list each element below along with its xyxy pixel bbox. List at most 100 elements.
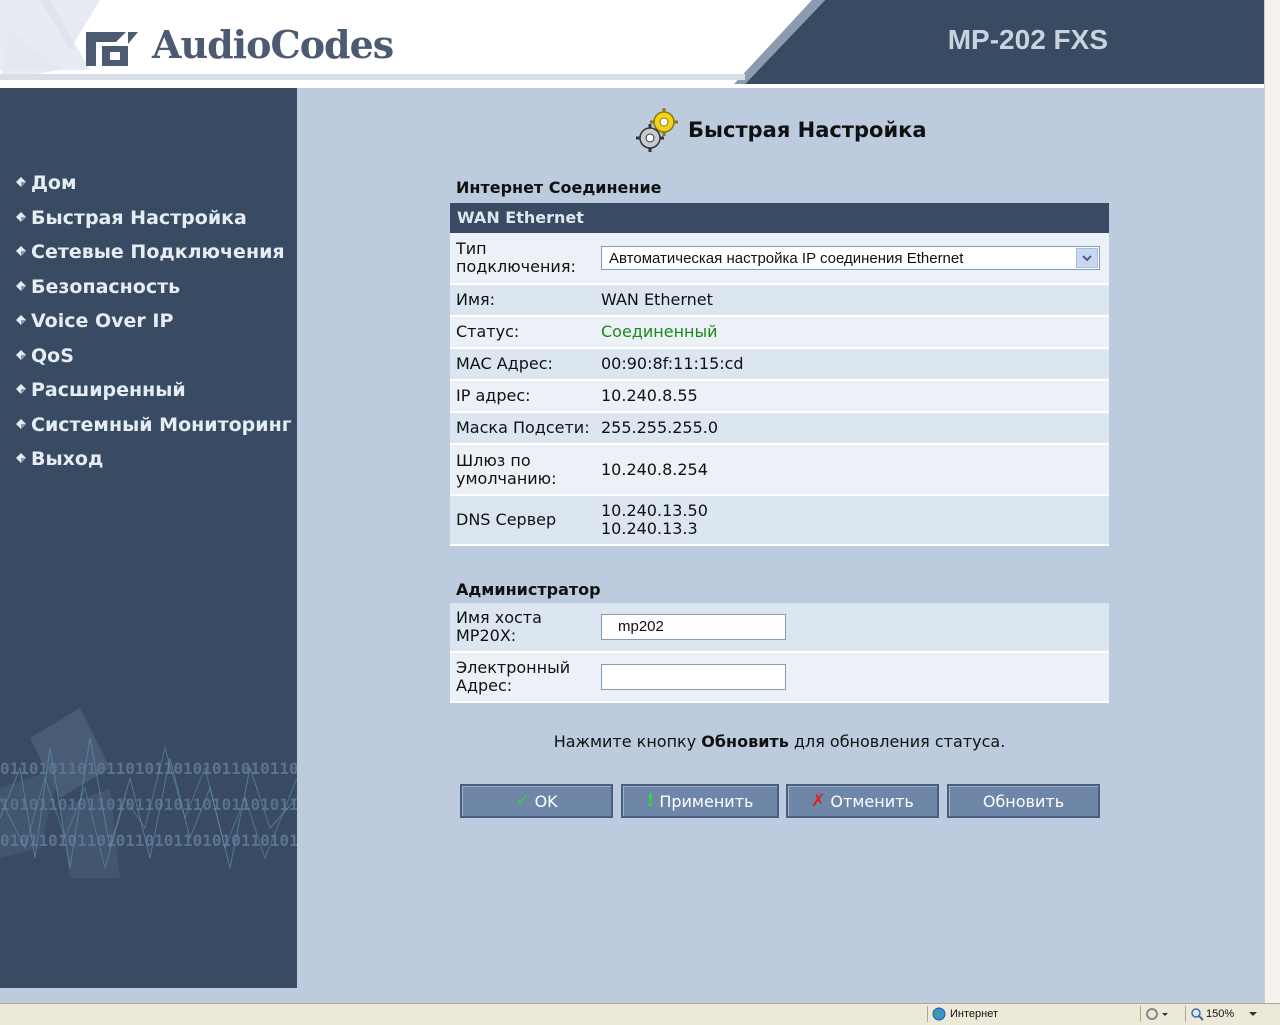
binary-text-line: 0101101011010110101101010110101101 (0, 831, 297, 850)
sidebar-nav: Дом Быстрая Настройка Сетевые Подключени… (14, 166, 292, 477)
sidebar-item-system-monitoring[interactable]: Системный Мониторинг (14, 408, 292, 443)
sidebar-item-label: Дом (31, 172, 77, 195)
sidebar-item-label: Безопасность (31, 275, 181, 298)
zoom-control[interactable]: 150% (1185, 1006, 1264, 1022)
mac-value: 00:90:8f:11:15:cd (601, 354, 744, 373)
refresh-button[interactable]: Обновить (947, 784, 1100, 818)
zone-indicator: Интернет (927, 1006, 1134, 1022)
hostname-cell: mp202 (601, 614, 1109, 640)
sidebar-item-quick-setup[interactable]: Быстрая Настройка (14, 201, 292, 236)
connection-type-value: Автоматическая настройка IP соединения E… (609, 250, 964, 267)
sidebar-item-advanced[interactable]: Расширенный (14, 373, 292, 408)
cancel-button[interactable]: ✗ Отменить (786, 784, 939, 818)
sidebar-item-qos[interactable]: QoS (14, 339, 292, 374)
dns-value-secondary: 10.240.13.3 (601, 519, 698, 538)
sidebar-item-home[interactable]: Дом (14, 166, 292, 201)
diamond-bullet-icon (16, 418, 26, 429)
email-label: Электронный Адрес: (456, 658, 571, 695)
exclamation-icon: ! (646, 791, 655, 811)
diamond-bullet-icon (16, 315, 26, 326)
refresh-hint: Нажмите кнопку Обновить для обновления с… (450, 732, 1109, 751)
logo-text: AudioCodes (152, 21, 394, 67)
browser-status-bar: Интернет 150% (0, 1003, 1280, 1025)
admin-panel: Имя хоста MP20X: mp202 Электронный Адрес… (450, 603, 1109, 703)
connection-type-label: Тип подключения: (456, 239, 576, 276)
mask-label: Маска Подсети: (456, 418, 590, 437)
sidebar-item-label: Быстрая Настройка (31, 206, 247, 229)
apply-label: Применить (659, 791, 754, 811)
row-ip: IP адрес: 10.240.8.55 (450, 381, 1109, 413)
panel-header: WAN Ethernet (450, 203, 1109, 233)
dropdown-button[interactable] (1076, 248, 1098, 268)
zoom-label: 150% (1206, 1008, 1235, 1020)
gateway-label: Шлюз по умолчанию: (456, 450, 557, 488)
sidebar-item-label: Выход (31, 448, 104, 471)
page-title: Быстрая Настройка (634, 106, 927, 154)
apply-button[interactable]: ! Применить (621, 784, 779, 818)
row-email: Электронный Адрес: (450, 653, 1109, 703)
connection-type-cell: Автоматическая настройка IP соединения E… (601, 246, 1109, 270)
diamond-bullet-icon (16, 211, 26, 222)
row-mask: Маска Подсети: 255.255.255.0 (450, 413, 1109, 445)
sidebar-item-label: QoS (31, 344, 74, 367)
sidebar: Дом Быстрая Настройка Сетевые Подключени… (0, 88, 297, 988)
sidebar-item-voip[interactable]: Voice Over IP (14, 304, 292, 339)
gears-icon (636, 108, 678, 152)
decorative-binary-art: 0110101101011010110101011010110101 10101… (0, 708, 297, 878)
ip-value: 10.240.8.55 (601, 386, 698, 405)
name-value: WAN Ethernet (601, 290, 713, 309)
lock-settings-icon (1146, 1008, 1168, 1020)
audiocodes-logo-icon (86, 32, 138, 66)
gateway-value: 10.240.8.254 (601, 459, 708, 479)
security-indicator[interactable] (1140, 1006, 1181, 1022)
row-connection-type: Тип подключения: Автоматическая настройк… (450, 233, 1109, 285)
email-cell (601, 664, 1109, 690)
admin-section-title: Администратор (456, 580, 601, 599)
row-dns: DNS Сервер 10.240.13.50 10.240.13.3 (450, 496, 1109, 546)
sidebar-item-logout[interactable]: Выход (14, 442, 292, 477)
hint-bold: Обновить (701, 732, 789, 751)
diamond-bullet-icon (16, 280, 26, 291)
globe-icon (932, 1007, 946, 1021)
name-label: Имя: (456, 290, 496, 309)
hint-prefix: Нажмите кнопку (553, 732, 702, 751)
ip-label: IP адрес: (456, 386, 531, 405)
sidebar-item-label: Voice Over IP (31, 310, 174, 333)
page-header: AudioCodes MP-202 FXS (0, 0, 1264, 84)
status-label: Статус: (456, 322, 520, 341)
vertical-scrollbar[interactable] (1264, 0, 1280, 1003)
diamond-bullet-icon (16, 177, 26, 188)
diamond-bullet-icon (16, 246, 26, 257)
row-gateway: Шлюз по умолчанию: 10.240.8.254 (450, 445, 1109, 496)
cross-icon: ✗ (811, 791, 826, 811)
sidebar-item-label: Сетевые Подключения (31, 241, 285, 264)
refresh-label: Обновить (982, 791, 1065, 811)
cancel-label: Отменить (830, 791, 914, 811)
diamond-bullet-icon (16, 453, 26, 464)
status-value: Соединенный (601, 322, 718, 341)
internet-section-title: Интернет Соединение (456, 178, 662, 197)
diamond-bullet-icon (16, 349, 26, 360)
diamond-bullet-icon (16, 384, 26, 395)
ok-label: OK (534, 791, 558, 811)
ok-button[interactable]: ✓ OK (460, 784, 613, 818)
hint-suffix: для обновления статуса. (788, 732, 1006, 751)
dns-label: DNS Сервер (456, 510, 557, 529)
zone-label: Интернет (950, 1008, 998, 1020)
binary-text-line: 1010110101101011010110101101011010 (0, 795, 297, 814)
connection-type-select[interactable]: Автоматическая настройка IP соединения E… (601, 246, 1100, 270)
hostname-input[interactable]: mp202 (601, 614, 786, 640)
dns-value-primary: 10.240.13.50 (601, 501, 708, 520)
mask-value: 255.255.255.0 (601, 418, 719, 437)
row-mac: MAC Адрес: 00:90:8f:11:15:cd (450, 349, 1109, 381)
wan-ethernet-panel: WAN Ethernet Тип подключения: Автоматиче… (450, 203, 1109, 546)
sidebar-item-network-connections[interactable]: Сетевые Подключения (14, 235, 292, 270)
email-input[interactable] (601, 664, 786, 690)
page-title-text: Быстрая Настройка (688, 118, 927, 142)
audiocodes-logo[interactable]: AudioCodes (82, 14, 394, 74)
row-hostname: Имя хоста MP20X: mp202 (450, 603, 1109, 653)
sidebar-item-label: Системный Мониторинг (31, 413, 292, 436)
product-name: MP-202 FXS (947, 24, 1108, 55)
sidebar-item-security[interactable]: Безопасность (14, 270, 292, 305)
magnifier-icon (1191, 1008, 1204, 1021)
